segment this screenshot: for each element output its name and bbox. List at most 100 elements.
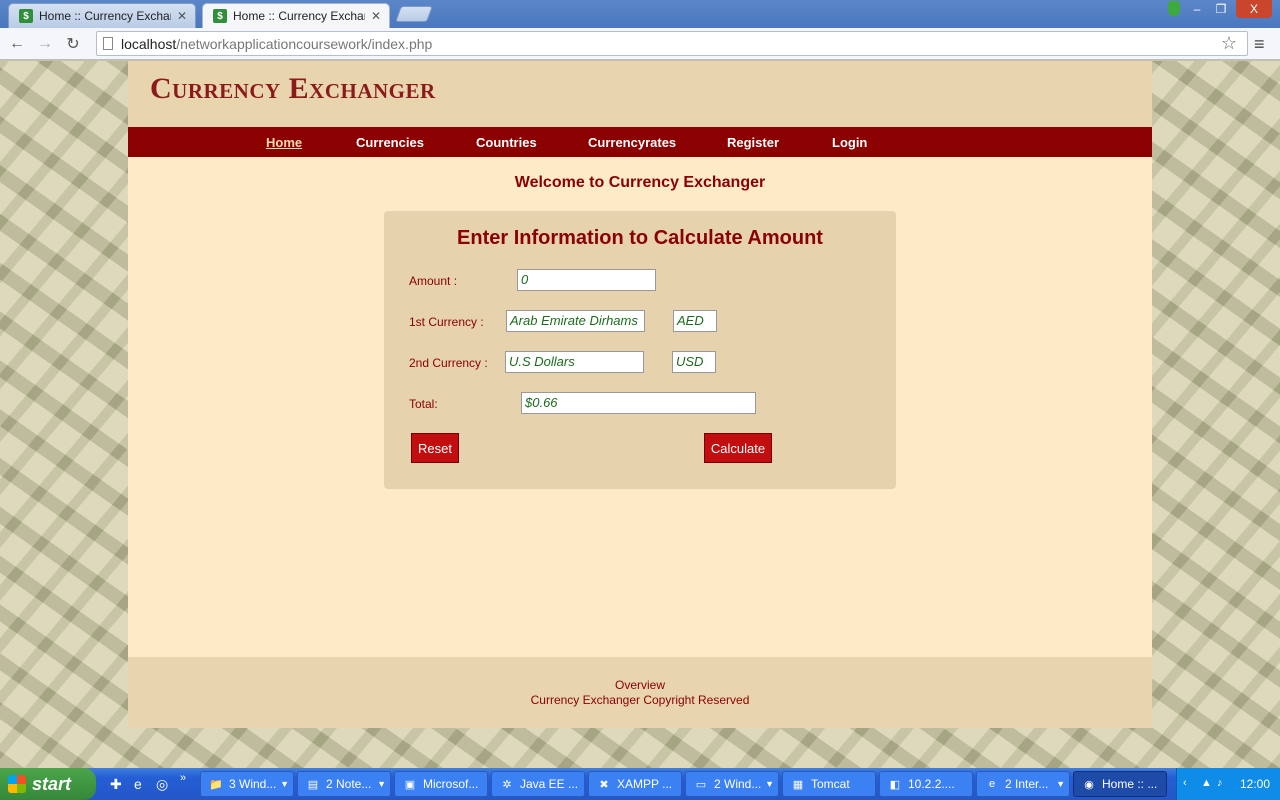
quicklaunch-icon[interactable]: ✚ — [110, 776, 122, 793]
first-currency-field[interactable]: Arab Emirate Dirhams — [506, 310, 645, 332]
first-currency-code-field[interactable]: AED — [673, 310, 717, 332]
taskbar-item-label: 2 Wind... — [714, 777, 762, 791]
page-background: Currency Exchanger Home Currencies Count… — [0, 61, 1280, 768]
taskbar-item[interactable]: e 2 Inter... ▼ — [976, 771, 1070, 797]
calculator-form: Enter Information to Calculate Amount Am… — [384, 211, 896, 489]
taskbar-item-active[interactable]: ◉ Home :: ... — [1073, 771, 1167, 797]
shield-icon — [1168, 1, 1180, 16]
amount-label: Amount : — [409, 274, 458, 288]
office-icon: ▣ — [404, 778, 416, 791]
taskbar-item-label: 2 Inter... — [1005, 777, 1049, 791]
taskbar-item-label: 3 Wind... — [229, 777, 277, 791]
start-label: start — [32, 773, 72, 794]
browser-menu-icon[interactable]: ≡ — [1254, 34, 1265, 55]
browser-tab-strip: $ Home :: Currency Exchanger ✕ $ Home ::… — [0, 0, 1280, 28]
outlook-icon[interactable]: ◎ — [156, 776, 168, 793]
url-path: /networkapplicationcoursework/index.php — [176, 35, 433, 52]
minimize-button[interactable]: – — [1184, 0, 1210, 18]
nav-login[interactable]: Login — [832, 135, 867, 150]
dollar-favicon-icon: $ — [213, 9, 227, 23]
dropdown-arrow-icon: ▼ — [377, 779, 386, 789]
nav-register[interactable]: Register — [727, 135, 779, 150]
folder-icon: 📁 — [209, 778, 223, 791]
dollar-favicon-icon: $ — [19, 9, 33, 23]
taskbar-item-label: XAMPP ... — [617, 777, 673, 791]
footer-overview-link[interactable]: Overview — [128, 678, 1152, 692]
dropdown-arrow-icon: ▼ — [280, 779, 289, 789]
total-label: Total: — [409, 397, 438, 411]
total-field: $0.66 — [521, 392, 756, 414]
taskbar-item-label: 10.2.2.... — [908, 777, 955, 791]
site-footer: Overview Currency Exchanger Copyright Re… — [128, 657, 1152, 728]
amount-input[interactable]: 0 — [517, 269, 656, 291]
taskbar-item[interactable]: ✲ Java EE ... — [491, 771, 585, 797]
remote-desktop-icon: ◧ — [889, 778, 901, 791]
forward-arrow-icon[interactable]: → — [34, 34, 56, 54]
taskbar-item-label: 2 Note... — [326, 777, 372, 791]
footer-copyright: Currency Exchanger Copyright Reserved — [530, 693, 750, 707]
taskbar-item[interactable]: ◧ 10.2.2.... — [879, 771, 973, 797]
tab-title: Home :: Currency Exchanger — [233, 9, 365, 23]
close-tab-icon[interactable]: ✕ — [177, 9, 187, 23]
windows-logo-icon — [8, 775, 26, 793]
second-currency-field[interactable]: U.S Dollars — [505, 351, 644, 373]
first-currency-label: 1st Currency : — [409, 315, 484, 329]
start-button[interactable]: start — [0, 768, 96, 800]
close-tab-icon[interactable]: ✕ — [371, 9, 381, 23]
close-window-button[interactable]: X — [1236, 0, 1272, 18]
document-icon: ▦ — [792, 778, 804, 791]
eclipse-icon: ✲ — [502, 778, 512, 791]
tab-title: Home :: Currency Exchanger — [39, 9, 171, 23]
ie-icon: e — [988, 778, 996, 790]
taskbar-item[interactable]: ▣ Microsof... — [394, 771, 488, 797]
dropdown-arrow-icon: ▼ — [765, 779, 774, 789]
page-icon — [103, 37, 113, 50]
site-title: Currency Exchanger — [150, 72, 436, 105]
address-bar[interactable]: localhost /networkapplicationcoursework/… — [96, 31, 1248, 56]
xampp-icon: ✖ — [599, 778, 609, 791]
console-icon: ▭ — [695, 778, 707, 791]
clock: 12:00 — [1239, 777, 1270, 791]
browser-tab[interactable]: $ Home :: Currency Exchanger ✕ — [8, 3, 196, 28]
browser-tab-active[interactable]: $ Home :: Currency Exchanger ✕ — [202, 3, 390, 28]
calculate-button[interactable]: Calculate — [704, 433, 772, 463]
second-currency-label: 2nd Currency : — [409, 356, 488, 370]
system-tray: ‹ ▲ ♪ 12:00 — [1176, 768, 1280, 800]
site-header: Currency Exchanger — [128, 61, 1152, 127]
taskbar-item[interactable]: ▭ 2 Wind... ▼ — [685, 771, 779, 797]
new-tab-button[interactable] — [395, 6, 433, 22]
bookmark-star-icon[interactable]: ☆ — [1221, 33, 1237, 54]
reset-button[interactable]: Reset — [411, 433, 459, 463]
welcome-heading: Welcome to Currency Exchanger — [514, 174, 766, 191]
back-arrow-icon[interactable]: ← — [6, 34, 28, 54]
taskbar-item-label: Tomcat — [811, 777, 850, 791]
site-container: Currency Exchanger Home Currencies Count… — [128, 61, 1152, 728]
browser-toolbar: ← → ↻ localhost /networkapplicationcours… — [0, 28, 1280, 60]
windows-taskbar: start ✚ e ◎ » 📁 3 Wind... ▼ ▤ 2 Note... … — [0, 768, 1280, 800]
taskbar-item-label: Java EE ... — [520, 777, 579, 791]
reload-icon[interactable]: ↻ — [62, 34, 84, 54]
main-navigation: Home Currencies Countries Currencyrates … — [128, 127, 1152, 157]
restore-button[interactable]: ❐ — [1208, 0, 1234, 18]
taskbar-item[interactable]: 📁 3 Wind... ▼ — [200, 771, 294, 797]
taskbar-item[interactable]: ▤ 2 Note... ▼ — [297, 771, 391, 797]
taskbar-item-label: Home :: ... — [1102, 777, 1158, 791]
taskbar-item-label: Microsof... — [423, 777, 479, 791]
second-currency-code-field[interactable]: USD — [672, 351, 716, 373]
tray-chevron-icon[interactable]: ‹ — [1183, 777, 1187, 789]
nav-home[interactable]: Home — [266, 135, 302, 150]
ie-icon[interactable]: e — [134, 776, 142, 792]
nav-currencies[interactable]: Currencies — [356, 135, 424, 150]
url-host: localhost — [121, 35, 177, 52]
notepad-icon: ▤ — [307, 778, 319, 791]
taskbar-item[interactable]: ✖ XAMPP ... — [588, 771, 682, 797]
taskbar-item[interactable]: ▦ Tomcat — [782, 771, 876, 797]
nav-currencyrates[interactable]: Currencyrates — [588, 135, 676, 150]
form-heading: Enter Information to Calculate Amount — [457, 227, 823, 249]
dropdown-arrow-icon: ▼ — [1056, 779, 1065, 789]
nav-countries[interactable]: Countries — [476, 135, 537, 150]
network-icon[interactable]: ▲ — [1201, 777, 1212, 789]
more-chevron-icon[interactable]: » — [180, 772, 186, 784]
volume-icon[interactable]: ♪ — [1217, 777, 1223, 789]
chrome-icon: ◉ — [1084, 778, 1094, 791]
